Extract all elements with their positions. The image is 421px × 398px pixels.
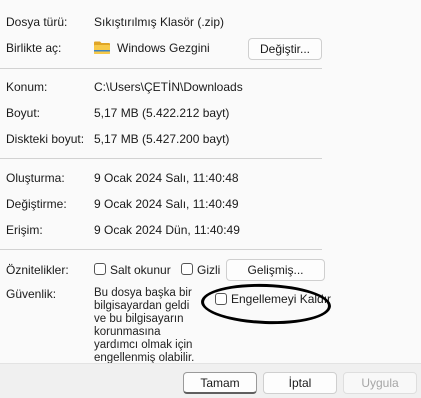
change-button[interactable]: Değiştir... (248, 38, 322, 60)
opens-with-label: Birlikte aç: (6, 41, 62, 55)
general-tab-panel: Dosya türü: Sıkıştırılmış Klasör (.zip) … (0, 0, 421, 364)
modified-label: Değiştirme: (6, 197, 67, 211)
size-label: Boyut: (6, 106, 41, 120)
size-on-disk-value: 5,17 MB (5.427.200 bayt) (94, 132, 230, 146)
security-warning-text: Bu dosya başka bir bilgisayardan geldi v… (94, 287, 195, 364)
location-value: C:\Users\ÇETİN\Downloads (94, 80, 243, 94)
opens-with-value: Windows Gezgini (117, 41, 210, 55)
separator (0, 68, 322, 69)
file-type-label: Dosya türü: (6, 15, 68, 29)
created-value: 9 Ocak 2024 Salı, 11:40:48 (94, 171, 239, 185)
apply-button[interactable]: Uygula (343, 372, 417, 394)
dialog-button-bar: Tamam İptal Uygula (0, 363, 421, 398)
readonly-checkbox[interactable] (94, 263, 106, 275)
cancel-button[interactable]: İptal (263, 372, 337, 394)
ok-button[interactable]: Tamam (183, 372, 257, 394)
separator (0, 158, 322, 159)
accessed-value: 9 Ocak 2024 Dün, 11:40:49 (94, 223, 240, 237)
file-type-value: Sıkıştırılmış Klasör (.zip) (94, 15, 225, 29)
accessed-label: Erişim: (6, 223, 43, 237)
size-value: 5,17 MB (5.422.212 bayt) (94, 106, 230, 120)
separator (0, 249, 322, 250)
hidden-checkbox-label[interactable]: Gizli (197, 263, 220, 277)
size-on-disk-label: Diskteki boyut: (6, 132, 85, 146)
modified-value: 9 Ocak 2024 Salı, 11:40:49 (94, 197, 239, 211)
hidden-checkbox[interactable] (181, 263, 193, 275)
readonly-checkbox-label[interactable]: Salt okunur (110, 263, 171, 277)
folder-icon (94, 41, 110, 54)
attributes-label: Öznitelikler: (6, 263, 69, 277)
created-label: Oluşturma: (6, 171, 65, 185)
advanced-button[interactable]: Gelişmiş... (226, 259, 325, 281)
security-label: Güvenlik: (6, 287, 57, 301)
hand-drawn-circle-annotation (200, 281, 332, 327)
location-label: Konum: (6, 80, 48, 94)
